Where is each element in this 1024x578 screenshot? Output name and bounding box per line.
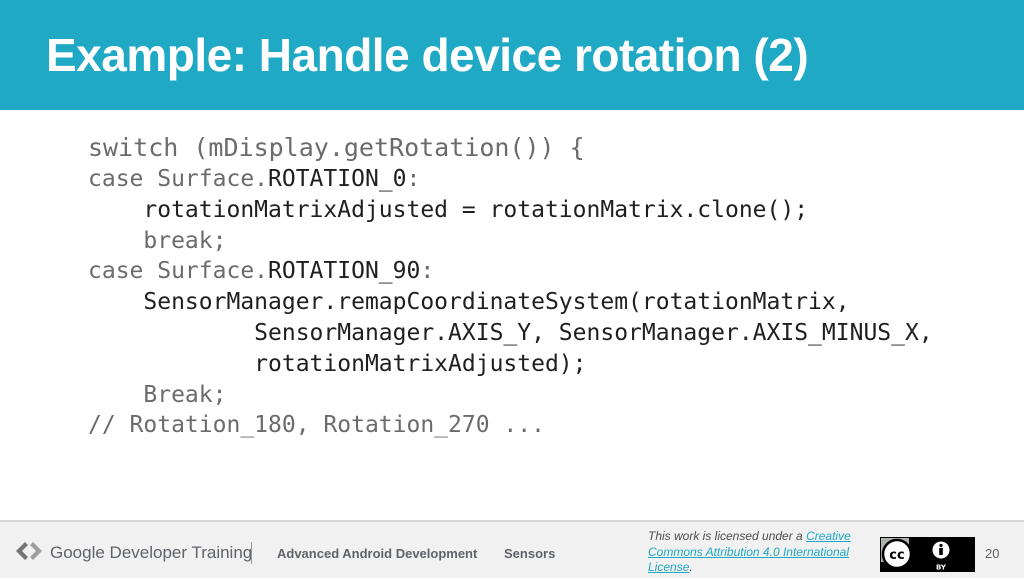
slide-number: 20 [985, 546, 1000, 561]
course-name: Advanced Android Development [277, 546, 478, 561]
license-notice: This work is licensed under a Creative C… [648, 529, 851, 574]
cc-by-icon: cc BY [881, 538, 974, 572]
google-developers-logo-icon [16, 542, 42, 560]
code-line: Break; [88, 381, 227, 408]
code-line: case Surface.ROTATION_90: [88, 258, 435, 285]
svg-text:cc: cc [889, 548, 904, 563]
slide-title: Example: Handle device rotation (2) [46, 29, 809, 81]
topic-name: Sensors [504, 546, 556, 561]
code-block: switch (mDisplay.getRotation()) { case S… [88, 131, 933, 441]
code-line: rotationMatrixAdjusted = rotationMatrix.… [88, 196, 809, 223]
slide-footer: Google Developer Training Advanced Andro… [0, 520, 1024, 578]
cc-by-badge[interactable]: cc BY [880, 537, 975, 572]
code-comment-line: // Rotation_180, Rotation_270 ... [88, 412, 545, 439]
code-line: break; [88, 227, 227, 254]
brand-name: Google Developer Training [50, 543, 253, 562]
code-line: switch (mDisplay.getRotation()) { [88, 133, 585, 162]
footer-divider [251, 542, 252, 564]
svg-text:BY: BY [936, 564, 947, 572]
slide-header: Example: Handle device rotation (2) [0, 0, 1024, 110]
code-line: SensorManager.AXIS_Y, SensorManager.AXIS… [88, 319, 933, 346]
code-line: case Surface.ROTATION_0: [88, 166, 421, 192]
code-line: SensorManager.remapCoordinateSystem(rota… [88, 289, 850, 316]
code-line: rotationMatrixAdjusted); [88, 350, 587, 377]
